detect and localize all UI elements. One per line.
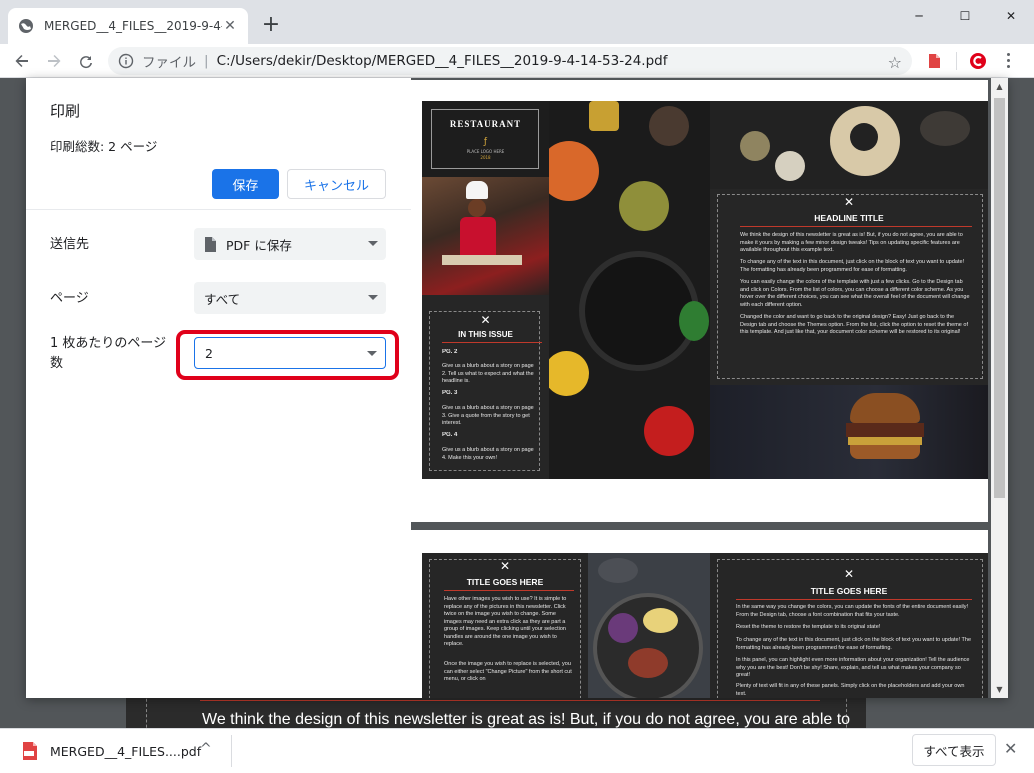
print-summary: 印刷総数: 2 ページ [50, 139, 158, 154]
save-button[interactable]: 保存 [212, 169, 279, 199]
tab-strip: MERGED__4_FILES__2019-9-4-14- ✕ + ─ ☐ ✕ [0, 0, 1034, 44]
headline-paragraph: We think the design of this newsletter i… [740, 232, 963, 253]
red-highlight-annotation [176, 330, 399, 380]
download-separator [231, 735, 232, 767]
chevron-down-icon [368, 241, 378, 246]
background-document-text: We think the design of this newsletter i… [202, 711, 851, 728]
url-text[interactable]: C:/Users/dekir/Desktop/MERGED__4_FILES__… [217, 53, 668, 69]
issue-item-heading: PG. 2 [442, 349, 458, 355]
pages-select[interactable]: すべて [194, 282, 386, 314]
logo-subtitle: PLACE LOGO HERE [466, 149, 505, 154]
chevron-up-icon[interactable]: ^ [200, 741, 212, 757]
chevron-down-icon [368, 295, 378, 300]
in-this-issue-panel: ✕ IN THIS ISSUE PG. 2 Give us a blurb ab… [422, 295, 549, 479]
pdf-file-icon [23, 742, 37, 760]
tab-title: MERGED__4_FILES__2019-9-4-14- [44, 19, 222, 33]
new-tab-button[interactable]: + [260, 14, 282, 36]
right-article-paragraph: To change any of the text in this docume… [736, 637, 972, 651]
chef-photo [422, 177, 549, 295]
left-article-title: TITLE GOES HERE [466, 577, 544, 587]
pages-value: すべて [204, 291, 241, 307]
toolbar-divider [956, 52, 957, 70]
document-icon [205, 236, 216, 252]
right-article-paragraph: In the same way you change the colors, y… [736, 604, 969, 618]
fork-knife-icon: ƒ [483, 137, 488, 147]
scheme-separator: | [204, 53, 209, 69]
fork-knife-icon: ✕ [843, 567, 855, 581]
minimize-button[interactable]: ─ [896, 0, 942, 32]
close-download-bar-icon[interactable]: ✕ [1004, 739, 1017, 758]
dialog-title: 印刷 [50, 102, 81, 120]
food-photo-top [710, 101, 988, 189]
headline-panel: ✕ HEADLINE TITLE We think the design of … [710, 189, 988, 385]
preview-scrollbar[interactable]: ▲ ▼ [991, 78, 1008, 698]
maximize-button[interactable]: ☐ [942, 0, 988, 32]
dialog-divider [26, 209, 411, 210]
menu-icon[interactable] [1007, 53, 1011, 69]
right-article-panel: ✕ TITLE GOES HERE In the same way you ch… [710, 553, 988, 698]
globe-icon [19, 19, 33, 33]
cancel-button[interactable]: キャンセル [287, 169, 386, 199]
issue-item-text: Give us a blurb about a story on page 4.… [442, 447, 534, 461]
headline-paragraph: To change any of the text in this docume… [740, 259, 965, 273]
browser-tab[interactable]: MERGED__4_FILES__2019-9-4-14- ✕ [8, 8, 248, 44]
extension-icon[interactable] [969, 52, 987, 70]
right-article-title: TITLE GOES HERE [810, 586, 888, 596]
destination-select[interactable]: PDF に保存 [194, 228, 386, 260]
issue-item-text: Give us a blurb about a story on page 3.… [442, 405, 534, 426]
right-article-paragraph: In this panel, you can highlight even mo… [736, 657, 970, 678]
destination-label: 送信先 [50, 237, 90, 252]
fork-knife-icon: ✕ [480, 313, 491, 327]
reload-button[interactable] [74, 49, 98, 73]
issue-title: IN THIS ISSUE [458, 330, 513, 339]
right-article-paragraph: Plenty of text will fit in any of these … [736, 683, 965, 697]
back-icon [15, 55, 28, 67]
plate-photo [588, 553, 710, 698]
fork-knife-icon: ✕ [843, 195, 855, 209]
destination-value: PDF に保存 [226, 237, 292, 253]
headline-paragraph: Changed the color and want to go back to… [740, 314, 968, 335]
info-icon[interactable] [118, 53, 134, 69]
spices-photo [549, 101, 710, 479]
scheme-label: ファイル [142, 55, 196, 71]
issue-item-text: Give us a blurb about a story on page 2.… [442, 363, 534, 384]
back-button[interactable] [10, 49, 34, 73]
logo-title: RESTAURANT [449, 119, 522, 129]
logo-panel: RESTAURANT ƒ PLACE LOGO HERE 2018 [422, 101, 549, 177]
print-dialog: 印刷 印刷総数: 2 ページ 保存 キャンセル 送信先 PDF に保存 ページ … [26, 78, 1008, 698]
left-article-paragraph: Have other images you wish to use? It is… [444, 596, 567, 647]
preview-sheet-1: RESTAURANT ƒ PLACE LOGO HERE 2018 ✕ IN T… [411, 80, 988, 522]
issue-item-heading: PG. 3 [442, 390, 458, 396]
pdf-extension-icon[interactable] [925, 52, 943, 70]
address-bar[interactable]: ファイル | C:/Users/dekir/Desktop/MERGED__4_… [108, 47, 912, 75]
left-article-panel: ✕ TITLE GOES HERE Have other images you … [422, 553, 588, 698]
forward-icon [48, 55, 61, 67]
scroll-up-arrow[interactable]: ▲ [991, 78, 1008, 95]
pages-label: ページ [50, 291, 89, 306]
scrollbar-thumb[interactable] [994, 98, 1005, 498]
reload-icon [80, 56, 92, 69]
show-all-button[interactable]: すべて表示 [912, 734, 996, 766]
download-file-name[interactable]: MERGED__4_FILES....pdf [50, 744, 201, 759]
tab-close-icon[interactable]: ✕ [222, 18, 238, 34]
logo-year: 2018 [480, 155, 491, 160]
fork-knife-icon: ✕ [499, 559, 511, 573]
browser-toolbar: ファイル | C:/Users/dekir/Desktop/MERGED__4_… [0, 44, 1034, 78]
scroll-down-arrow[interactable]: ▼ [991, 681, 1008, 698]
print-preview: RESTAURANT ƒ PLACE LOGO HERE 2018 ✕ IN T… [411, 78, 1008, 698]
left-article-paragraph: Once the image you wish to replace is se… [444, 661, 572, 682]
pages-per-sheet-label: 1 枚あたりのページ数 [50, 336, 167, 371]
issue-item-heading: PG. 4 [442, 432, 458, 438]
forward-button[interactable] [42, 49, 66, 73]
download-bar: MERGED__4_FILES....pdf ^ すべて表示 ✕ [0, 728, 1034, 773]
close-window-button[interactable]: ✕ [988, 0, 1034, 32]
preview-sheet-2: ✕ TITLE GOES HERE Have other images you … [411, 530, 988, 698]
headline-paragraph: You can easily change the colors of the … [740, 279, 970, 308]
headline-title: HEADLINE TITLE [814, 213, 884, 223]
right-article-paragraph: Reset the theme to restore the template … [736, 624, 881, 630]
print-settings-panel: 印刷 印刷総数: 2 ページ 保存 キャンセル 送信先 PDF に保存 ページ … [26, 78, 411, 698]
star-icon[interactable]: ☆ [888, 53, 902, 72]
burger-photo [710, 385, 988, 479]
